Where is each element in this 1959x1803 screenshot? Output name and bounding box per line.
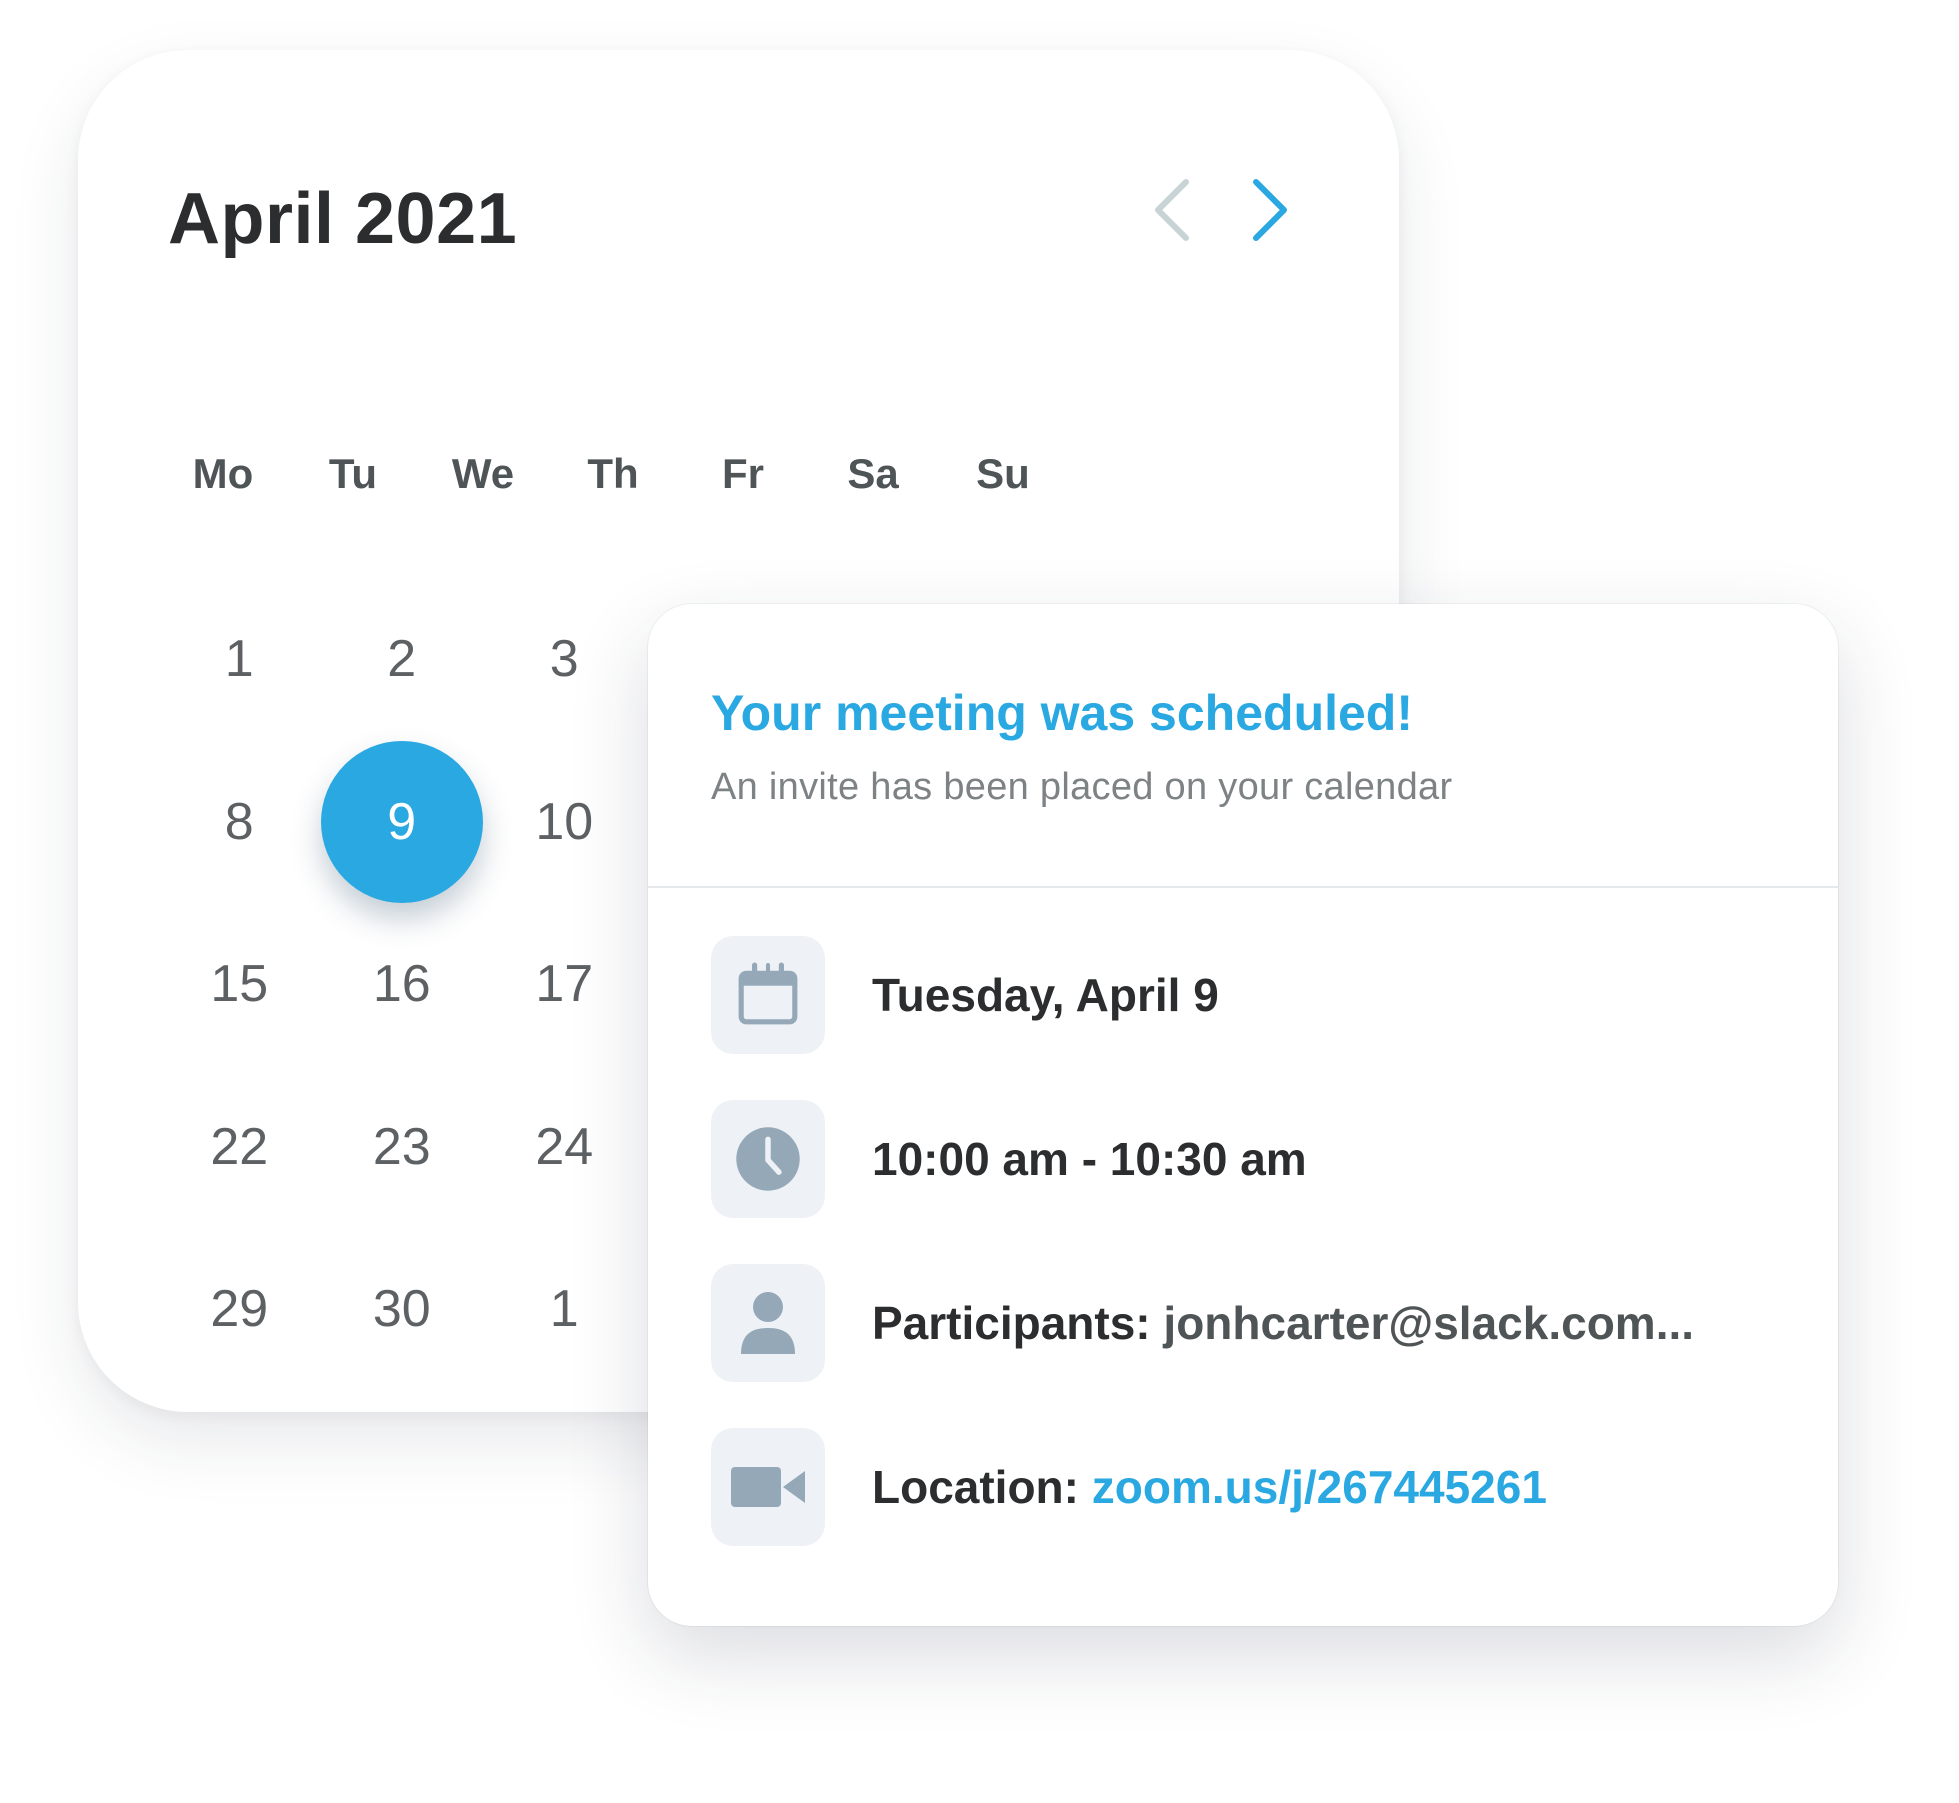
participants-value: jonhcarter@slack.com... <box>1163 1297 1695 1349</box>
clock-icon <box>736 1127 800 1191</box>
location-text: Location: zoom.us/j/267445261 <box>872 1460 1547 1514</box>
day-cell[interactable]: 15 <box>158 903 321 1066</box>
day-cell[interactable]: 22 <box>158 1066 321 1229</box>
day-cell[interactable]: 29 <box>158 1228 321 1391</box>
date-icon-tile <box>711 936 825 1054</box>
video-camera-icon <box>731 1467 805 1507</box>
chevron-right-icon <box>1253 179 1287 241</box>
weekday-label: Su <box>976 450 1030 497</box>
day-cell[interactable]: 1 <box>158 578 321 741</box>
participants-icon-tile <box>711 1264 825 1382</box>
time-icon-tile <box>711 1100 825 1218</box>
meeting-confirmation-card: Your meeting was scheduled! An invite ha… <box>648 604 1838 1626</box>
meeting-time: 10:00 am - 10:30 am <box>872 1133 1307 1185</box>
day-cell[interactable]: 8 <box>158 741 321 904</box>
next-month-button[interactable] <box>1228 168 1312 252</box>
weekday-header: Mo Tu We Th Fr Sa Su <box>158 450 1068 498</box>
participants-text: Participants: jonhcarter@slack.com... <box>872 1296 1694 1350</box>
weekday-label: Mo <box>192 450 254 497</box>
meeting-date: Tuesday, April 9 <box>872 969 1219 1021</box>
chevron-left-icon <box>1155 179 1189 241</box>
meeting-location-row: Location: zoom.us/j/267445261 <box>711 1428 1547 1546</box>
meeting-link[interactable]: zoom.us/j/267445261 <box>1092 1461 1547 1513</box>
day-cell[interactable]: 10 <box>483 741 646 904</box>
meeting-date-row: Tuesday, April 9 <box>711 936 1219 1054</box>
month-title: April 2021 <box>168 179 518 259</box>
day-cell[interactable]: 16 <box>321 903 484 1066</box>
day-cell-selected[interactable]: 9 <box>320 740 484 904</box>
confirmation-header: Your meeting was scheduled! An invite ha… <box>648 604 1838 888</box>
calendar-icon <box>738 962 798 1025</box>
user-icon <box>741 1292 795 1354</box>
weekday-label: Fr <box>722 450 764 497</box>
day-cell[interactable]: 3 <box>483 578 646 741</box>
weekday-label: We <box>451 450 515 497</box>
previous-month-button[interactable] <box>1130 168 1214 252</box>
day-cell[interactable]: 17 <box>483 903 646 1066</box>
confirmation-title: Your meeting was scheduled! <box>711 685 1414 741</box>
weekday-label: Sa <box>847 450 899 497</box>
location-icon-tile <box>711 1428 825 1546</box>
meeting-participants-row: Participants: jonhcarter@slack.com... <box>711 1264 1694 1382</box>
day-cell[interactable]: 30 <box>321 1228 484 1391</box>
weekday-label: Tu <box>328 450 378 497</box>
day-cell[interactable]: 1 <box>483 1228 646 1391</box>
day-cell[interactable]: 23 <box>321 1066 484 1229</box>
confirmation-subtitle: An invite has been placed on your calend… <box>711 766 1453 808</box>
weekday-label: Th <box>587 450 639 497</box>
day-cell[interactable]: 2 <box>321 578 484 741</box>
selected-day-label: 9 <box>320 740 483 903</box>
participants-label: Participants: <box>872 1297 1151 1349</box>
meeting-time-row: 10:00 am - 10:30 am <box>711 1100 1307 1218</box>
day-cell[interactable]: 24 <box>483 1066 646 1229</box>
location-label: Location: <box>872 1461 1079 1513</box>
